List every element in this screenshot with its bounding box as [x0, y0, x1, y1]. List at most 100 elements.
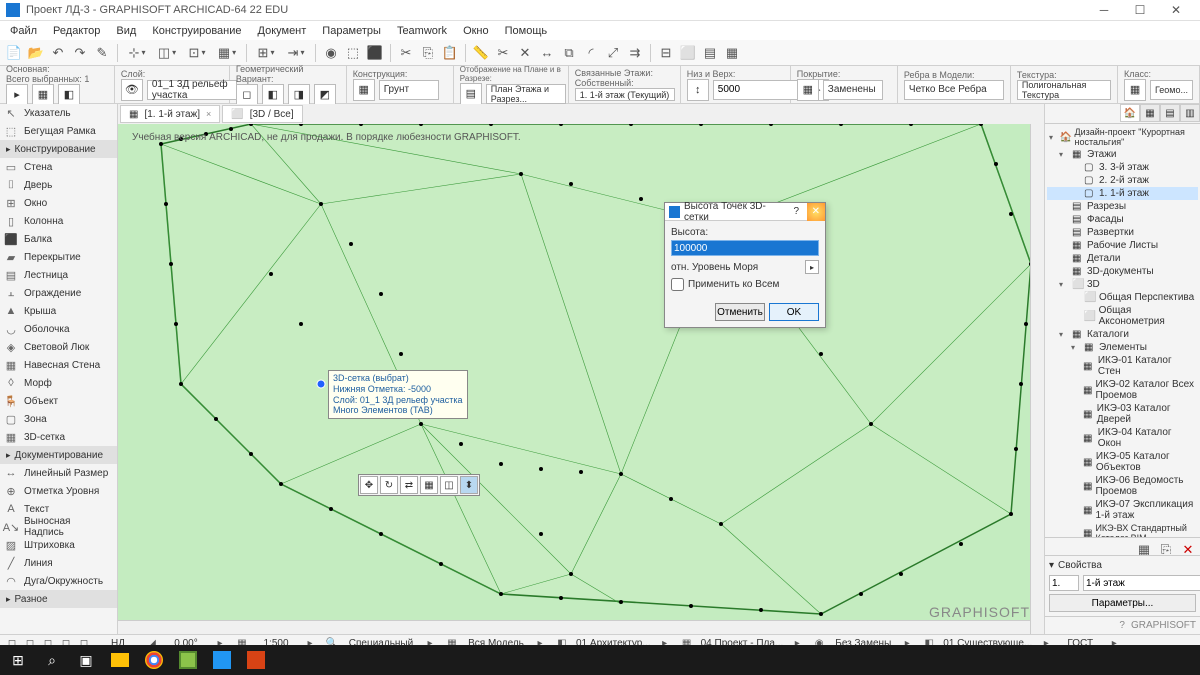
tool-label[interactable]: A↘Выносная Надпись — [0, 518, 117, 536]
toolbox-head-doc[interactable]: Документирование — [0, 446, 117, 464]
tool-roof[interactable]: ▲Крыша — [0, 302, 117, 320]
tool-morph[interactable]: ◊Морф — [0, 374, 117, 392]
vertical-scrollbar[interactable] — [1030, 124, 1044, 634]
taskview-button[interactable]: ▣ — [70, 646, 102, 674]
tree-3ddocs[interactable]: ▦3D-документы — [1047, 265, 1198, 278]
adjust-icon[interactable]: ↔ — [537, 43, 557, 63]
tree-cat-7[interactable]: ▦ИКЭ-ВХ Стандартный Каталог BIM — [1047, 522, 1198, 537]
suspend-icon[interactable]: ◉ — [321, 43, 341, 63]
cut-icon[interactable]: ✂ — [396, 43, 416, 63]
geom-1[interactable]: ◻ — [236, 84, 258, 106]
section-icon[interactable]: ⊟ — [656, 43, 676, 63]
tree-cat-6[interactable]: ▦ИКЭ-07 Экспликация 1-й этаж — [1047, 498, 1198, 522]
maximize-button[interactable]: ☐ — [1122, 0, 1158, 20]
tree-axon[interactable]: ⬜Общая Аксонометрия — [1047, 304, 1198, 328]
menu-options[interactable]: Параметры — [314, 23, 389, 39]
tree-root[interactable]: ▾🏠Дизайн-проект "Курортная ностальгия" — [1047, 126, 1198, 148]
view3d-icon[interactable]: ⬜ — [678, 43, 698, 63]
prop-name[interactable] — [1083, 575, 1200, 591]
gridsnap-icon[interactable]: ⊞ — [252, 43, 280, 63]
geom-4[interactable]: ◩ — [314, 84, 336, 106]
pet-rotate[interactable]: ↻ — [380, 476, 398, 494]
search-button[interactable]: ⌕ — [36, 646, 68, 674]
pet-height[interactable]: ⬍ — [460, 476, 478, 494]
tree-worksheets[interactable]: ▦Рабочие Листы — [1047, 239, 1198, 252]
tool-shell[interactable]: ◡Оболочка — [0, 320, 117, 338]
tree-floor1[interactable]: ▢1. 1-й этаж — [1047, 187, 1198, 200]
class-icon[interactable]: ▦ — [1124, 79, 1146, 101]
fillet-icon[interactable]: ◜ — [581, 43, 601, 63]
dlg-height-input[interactable] — [671, 240, 819, 256]
tree-cat-2[interactable]: ▦ИКЭ-03 Каталог Дверей — [1047, 402, 1198, 426]
explorer-app[interactable] — [104, 646, 136, 674]
sel-btn3[interactable]: ◧ — [58, 84, 80, 106]
menu-window[interactable]: Окно — [455, 23, 497, 39]
tool-skylight[interactable]: ◈Световой Люк — [0, 338, 117, 356]
menu-edit[interactable]: Редактор — [45, 23, 108, 39]
new-icon[interactable]: 📄 — [4, 43, 24, 63]
split-icon[interactable]: ✕ — [515, 43, 535, 63]
group-icon[interactable]: ⬚ — [343, 43, 363, 63]
tree-cat-1[interactable]: ▦ИКЭ-02 Каталог Всех Проемов — [1047, 378, 1198, 402]
pet-mirror[interactable]: ⇄ — [400, 476, 418, 494]
geom-3[interactable]: ◨ — [288, 84, 310, 106]
nav-tab-project[interactable]: 🏠 — [1120, 104, 1140, 122]
pet-move[interactable]: ✥ — [360, 476, 378, 494]
cover-icon[interactable]: ▦ — [797, 79, 819, 101]
close-button[interactable]: ✕ — [1158, 0, 1194, 20]
tool-level[interactable]: ⊕Отметка Уровня — [0, 482, 117, 500]
menu-document[interactable]: Документ — [250, 23, 315, 39]
menu-help[interactable]: Помощь — [497, 23, 556, 39]
tool-pointer[interactable]: ↖Указатель — [0, 104, 117, 122]
tool-dim[interactable]: ↔Линейный Размер — [0, 464, 117, 482]
tree-floors[interactable]: ▾▦Этажи — [1047, 148, 1198, 161]
tree-elements[interactable]: ▾▦Элементы — [1047, 341, 1198, 354]
tree-cat-0[interactable]: ▦ИКЭ-01 Каталог Стен — [1047, 354, 1198, 378]
snap-icon[interactable]: ⊹ — [123, 43, 151, 63]
tree-cat-5[interactable]: ▦ИКЭ-06 Ведомость Проемов — [1047, 474, 1198, 498]
minimize-button[interactable]: ─ — [1086, 0, 1122, 20]
toolbox-head-construct[interactable]: Конструирование — [0, 140, 117, 158]
construct-dropdown[interactable]: Грунт — [379, 80, 439, 100]
tool-beam[interactable]: ⬛Балка — [0, 230, 117, 248]
menu-design[interactable]: Конструирование — [144, 23, 249, 39]
construct-icon[interactable]: ▦ — [353, 79, 375, 101]
grid-icon[interactable]: ▦ — [213, 43, 241, 63]
tree-catalogs[interactable]: ▾▦Каталоги — [1047, 328, 1198, 341]
tool-slab[interactable]: ▰Перекрытие — [0, 248, 117, 266]
tree-cat-3[interactable]: ▦ИКЭ-04 Каталог Окон — [1047, 426, 1198, 450]
prop-params-button[interactable]: Параметры... — [1049, 594, 1196, 612]
display-icon[interactable]: ▤ — [460, 83, 482, 105]
chrome-app[interactable] — [138, 646, 170, 674]
tab-3d[interactable]: ⬜[3D / Все] — [222, 105, 302, 123]
guide-icon[interactable]: ◫ — [153, 43, 181, 63]
snap2-icon[interactable]: ⊡ — [183, 43, 211, 63]
close-icon[interactable]: × — [206, 109, 211, 119]
dlg-applyall-checkbox[interactable] — [671, 278, 684, 291]
tool-window[interactable]: ⊞Окно — [0, 194, 117, 212]
undo-icon[interactable]: ↶ — [48, 43, 68, 63]
recorder-app[interactable] — [240, 646, 272, 674]
copy-icon[interactable]: ⎘ — [418, 43, 438, 63]
tree-persp[interactable]: ⬜Общая Перспектива — [1047, 291, 1198, 304]
tool-stair[interactable]: ▤Лестница — [0, 266, 117, 284]
tab-floor-plan[interactable]: ▦[1. 1-й этаж]× — [120, 105, 220, 123]
sel-btn2[interactable]: ▦ — [32, 84, 54, 106]
toolbox-head-diff[interactable]: Разное — [0, 590, 117, 608]
dlg-cancel-button[interactable]: Отменить — [715, 303, 765, 321]
top-icon[interactable]: ↕ — [687, 79, 709, 101]
cover-dropdown[interactable]: Заменены — [823, 80, 883, 100]
horizontal-scrollbar[interactable] — [118, 620, 1030, 634]
tool-arc[interactable]: ◠Дуга/Окружность — [0, 572, 117, 590]
pet-stretch[interactable]: ◫ — [440, 476, 458, 494]
offset-icon[interactable]: ⇥ — [282, 43, 310, 63]
layer-dropdown[interactable]: 01_1 3Д рельеф участка — [147, 80, 237, 100]
tool-door[interactable]: ⌷Дверь — [0, 176, 117, 194]
intersect-icon[interactable]: ⧉ — [559, 43, 579, 63]
geom-2[interactable]: ◧ — [262, 84, 284, 106]
open-icon[interactable]: 📂 — [26, 43, 46, 63]
nav-tab-layout[interactable]: ▤ — [1160, 104, 1180, 122]
menu-file[interactable]: Файл — [2, 23, 45, 39]
pick-icon[interactable]: ✎ — [92, 43, 112, 63]
ungroup-icon[interactable]: ⬛ — [365, 43, 385, 63]
